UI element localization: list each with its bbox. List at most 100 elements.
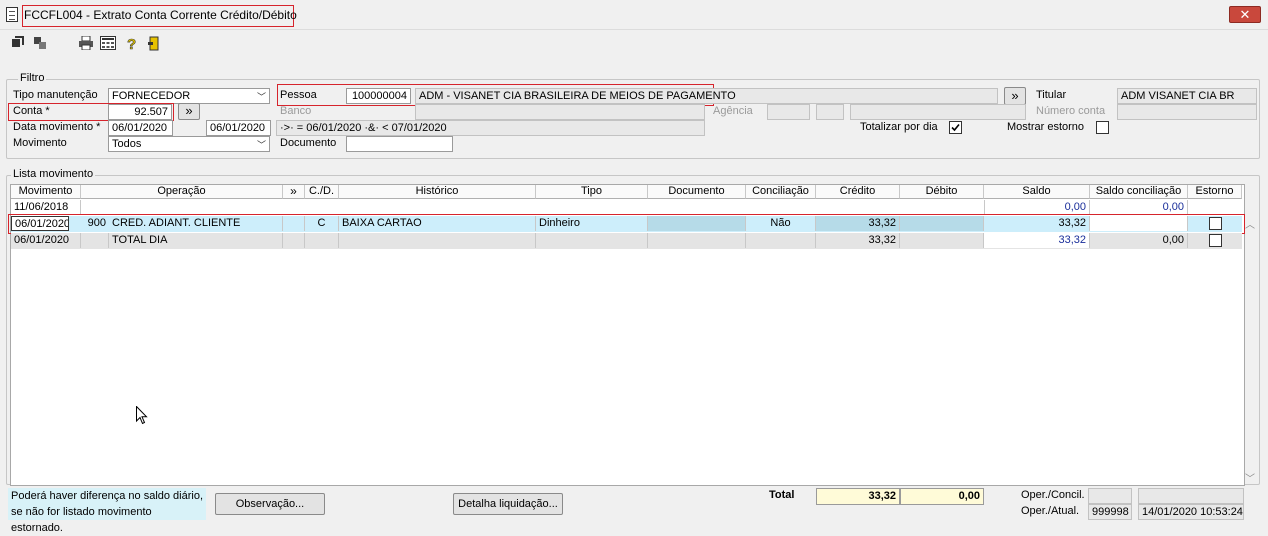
cell-nav	[283, 233, 305, 248]
numero-conta-label: Número conta	[1036, 105, 1106, 117]
oper-concil-label: Oper./Concil.	[1021, 489, 1085, 501]
oper-atual-date: 14/01/2020 10:53:24	[1138, 504, 1244, 520]
totalizar-label: Totalizar por dia	[860, 121, 938, 133]
cell-saldo: 33,32	[984, 233, 1090, 248]
svg-text:?: ?	[127, 36, 136, 51]
total-debito: 0,00	[900, 488, 984, 505]
oper-atual-user: 999998	[1088, 504, 1132, 520]
col-tipo[interactable]: Tipo	[536, 185, 648, 199]
conta-label: Conta *	[13, 105, 50, 117]
scroll-up-icon[interactable]: ︿	[1245, 216, 1255, 231]
col-operacao[interactable]: Operação	[81, 185, 283, 199]
pessoa-name-field: ADM - VISANET CIA BRASILEIRA DE MEIOS DE…	[415, 88, 998, 104]
pessoa-label: Pessoa	[280, 89, 317, 101]
numero-conta-field	[1117, 104, 1257, 120]
cell-documento	[648, 233, 746, 248]
titular-label: Titular	[1036, 89, 1067, 101]
copy-icon[interactable]	[32, 36, 48, 52]
col-credito[interactable]: Crédito	[816, 185, 900, 199]
data-from-input[interactable]: 06/01/2020	[108, 120, 173, 136]
estorno-checkbox[interactable]	[1209, 234, 1222, 247]
help-icon[interactable]: ?	[124, 36, 140, 54]
movimento-label: Movimento	[13, 137, 67, 149]
col-documento[interactable]: Documento	[648, 185, 746, 199]
observacao-button[interactable]: Observação...	[215, 493, 325, 515]
banco-field	[415, 104, 705, 120]
titular-field: ADM VISANET CIA BR	[1117, 88, 1257, 104]
tipo-manutencao-select[interactable]: FORNECEDOR ﹀	[108, 88, 270, 104]
col-cd[interactable]: C./D.	[305, 185, 339, 199]
col-debito[interactable]: Débito	[900, 185, 984, 199]
info-note-line1: Poderá haver diferença no saldo diário,	[11, 490, 204, 502]
info-note-line2: se não for listado movimento estornado.	[11, 506, 152, 534]
mostrar-estorno-label: Mostrar estorno	[1007, 121, 1085, 133]
info-note: Poderá haver diferença no saldo diário, …	[8, 488, 206, 534]
cell-operacao: TOTAL DIA	[109, 233, 283, 248]
agencia-digit-field	[816, 104, 844, 120]
selected-row-highlight	[8, 214, 1245, 234]
check-icon	[951, 123, 960, 132]
scroll-down-icon[interactable]: ﹀	[1245, 470, 1255, 485]
col-saldo-conciliacao[interactable]: Saldo conciliação	[1090, 185, 1188, 199]
document-icon	[6, 7, 18, 22]
chevron-down-icon: ﹀	[256, 92, 266, 102]
col-saldo[interactable]: Saldo	[984, 185, 1090, 199]
detalha-liquidacao-button[interactable]: Detalha liquidação...	[453, 493, 563, 515]
close-icon: ✕	[1239, 7, 1251, 22]
agencia-field	[767, 104, 810, 120]
cell-saldo: 0,00	[984, 200, 1090, 215]
data-to-input[interactable]: 06/01/2020	[206, 120, 271, 136]
cell-movimento: 06/01/2020	[11, 233, 81, 248]
col-movimento[interactable]: Movimento	[11, 185, 81, 199]
total-label: Total	[769, 489, 795, 501]
cell-saldo-conciliacao: 0,00	[1090, 200, 1188, 215]
col-estorno[interactable]: Estorno	[1188, 185, 1242, 199]
cell-historico	[339, 233, 536, 248]
window-title: FCCFL004 - Extrato Conta Corrente Crédit…	[24, 8, 297, 22]
tipo-manutencao-label: Tipo manutenção	[13, 89, 98, 101]
list-legend: Lista movimento	[11, 168, 96, 180]
col-conciliacao[interactable]: Conciliação	[746, 185, 816, 199]
movimento-select[interactable]: Todos ﹀	[108, 136, 270, 152]
chevron-down-icon: ﹀	[256, 140, 266, 150]
cell-saldo-conciliacao: 0,00	[1090, 233, 1188, 248]
documento-label: Documento	[280, 137, 337, 149]
pessoa-lookup-button[interactable]: »	[1004, 87, 1026, 105]
cell-credito: 33,32	[816, 233, 900, 248]
close-button[interactable]: ✕	[1229, 6, 1261, 23]
total-credito: 33,32	[816, 488, 900, 505]
col-historico[interactable]: Histórico	[339, 185, 536, 199]
title-bar: FCCFL004 - Extrato Conta Corrente Crédit…	[0, 0, 1268, 30]
cell-movimento: 11/06/2018	[11, 200, 81, 215]
oper-atual-label: Oper./Atual.	[1021, 505, 1080, 517]
go-icon[interactable]	[10, 36, 26, 52]
table-row-total[interactable]: 06/01/2020 TOTAL DIA 33,32 33,32 0,00	[11, 233, 1242, 249]
movimento-value: Todos	[112, 138, 142, 150]
cell-cd	[305, 233, 339, 248]
data-range-field: ·>· = 06/01/2020 ·&· < 07/01/2020	[276, 120, 705, 136]
totalizar-checkbox[interactable]	[949, 121, 962, 134]
pessoa-code-input[interactable]: 100000004	[346, 88, 411, 104]
conta-desc-field	[850, 104, 1026, 120]
cell-conciliacao	[746, 233, 816, 248]
oper-concil-user	[1088, 488, 1132, 504]
mouse-cursor-icon	[136, 405, 148, 428]
cell-op-code	[81, 233, 109, 248]
cell-tipo	[536, 233, 648, 248]
conta-lookup-button[interactable]: »	[178, 103, 200, 120]
documento-input[interactable]	[346, 136, 453, 152]
calculator-icon[interactable]	[100, 36, 116, 52]
data-movimento-label: Data movimento *	[13, 121, 101, 133]
mostrar-estorno-checkbox[interactable]	[1096, 121, 1109, 134]
banco-label: Banco	[280, 105, 312, 117]
print-icon[interactable]	[78, 35, 94, 52]
oper-concil-date	[1138, 488, 1244, 504]
filter-legend: Filtro	[18, 72, 47, 84]
col-nav[interactable]: »	[283, 185, 305, 199]
conta-input[interactable]: 92.507	[108, 104, 172, 120]
agencia-label: Agência	[713, 105, 753, 117]
exit-icon[interactable]	[146, 36, 162, 52]
vertical-scrollbar[interactable]: ︿ ﹀	[1243, 214, 1257, 485]
cell-debito	[900, 233, 984, 248]
tipo-manutencao-value: FORNECEDOR	[112, 90, 191, 102]
